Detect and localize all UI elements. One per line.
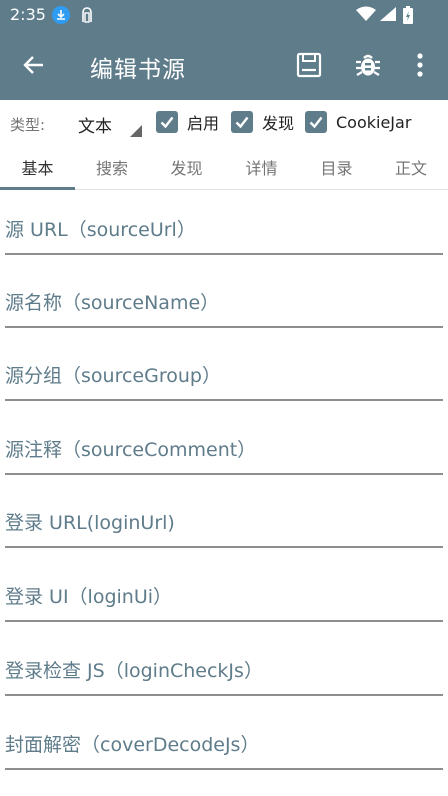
source-url-input[interactable]: 源 URL（sourceUrl） — [5, 205, 443, 255]
signal-icon — [379, 6, 397, 26]
cookiejar-checkbox-label: CookieJar — [336, 112, 412, 132]
save-icon[interactable] — [296, 52, 322, 78]
input-underline — [5, 694, 443, 696]
more-vert-icon[interactable] — [412, 52, 428, 78]
check-icon — [156, 111, 178, 133]
tab-bar: 基本 搜索 发现 详情 目录 正文 — [0, 144, 448, 190]
tab-detail[interactable]: 详情 — [224, 144, 299, 190]
page-title: 编辑书源 — [90, 57, 186, 83]
source-name-input[interactable]: 源名称（sourceName） — [5, 278, 443, 328]
enable-checkbox[interactable]: 启用 — [156, 111, 219, 133]
input-underline — [5, 326, 443, 328]
cookiejar-checkbox[interactable]: CookieJar — [305, 111, 411, 133]
tab-search[interactable]: 搜索 — [75, 144, 149, 190]
discover-checkbox[interactable]: 发现 — [231, 111, 294, 133]
tab-discover[interactable]: 发现 — [149, 144, 224, 190]
cover-decode-js-input[interactable]: 封面解密（coverDecodeJs） — [5, 720, 443, 770]
source-url-hint: 源 URL（sourceUrl） — [5, 219, 196, 241]
check-icon — [231, 111, 253, 133]
nfc-icon — [80, 5, 94, 29]
status-bar: 2:35 — [0, 0, 448, 30]
enable-checkbox-label: 启用 — [187, 114, 220, 133]
type-label: 类型: — [10, 116, 46, 134]
status-time: 2:35 — [10, 5, 46, 24]
login-check-js-hint: 登录检查 JS（loginCheckJs） — [5, 660, 263, 682]
login-check-js-input[interactable]: 登录检查 JS（loginCheckJs） — [5, 646, 443, 696]
source-group-input[interactable]: 源分组（sourceGroup） — [5, 351, 443, 401]
source-comment-input[interactable]: 源注释（sourceComment） — [5, 425, 443, 475]
app-bar: 编辑书源 — [0, 30, 448, 100]
login-ui-input[interactable]: 登录 UI（loginUi） — [5, 572, 443, 622]
discover-checkbox-label: 发现 — [262, 114, 295, 133]
source-type-bar: 类型: 文本 启用 发现 CookieJar — [0, 100, 448, 144]
login-url-hint: 登录 URL(loginUrl) — [5, 512, 175, 534]
cover-decode-js-hint: 封面解密（coverDecodeJs） — [5, 734, 260, 756]
source-name-hint: 源名称（sourceName） — [5, 292, 220, 314]
input-underline — [5, 620, 443, 622]
source-group-hint: 源分组（sourceGroup） — [5, 365, 221, 387]
input-underline — [5, 768, 443, 770]
back-arrow-icon[interactable] — [22, 53, 46, 77]
login-ui-hint: 登录 UI（loginUi） — [5, 586, 173, 608]
type-select[interactable]: 文本 — [66, 106, 144, 140]
input-underline — [5, 473, 443, 475]
check-icon — [305, 111, 327, 133]
input-underline — [5, 546, 443, 548]
tab-basic[interactable]: 基本 — [0, 144, 75, 190]
login-url-input[interactable]: 登录 URL(loginUrl) — [5, 498, 443, 548]
tab-toc[interactable]: 目录 — [299, 144, 374, 190]
wifi-icon — [356, 6, 376, 26]
download-icon — [52, 6, 70, 24]
type-select-value: 文本 — [78, 117, 112, 137]
source-comment-hint: 源注释（sourceComment） — [5, 439, 257, 461]
bug-icon[interactable] — [355, 52, 381, 78]
dropdown-arrow-icon — [130, 125, 142, 137]
battery-icon — [402, 5, 414, 29]
input-underline — [5, 399, 443, 401]
tab-content[interactable]: 正文 — [374, 144, 448, 190]
input-underline — [5, 253, 443, 255]
tab-indicator — [0, 187, 75, 190]
